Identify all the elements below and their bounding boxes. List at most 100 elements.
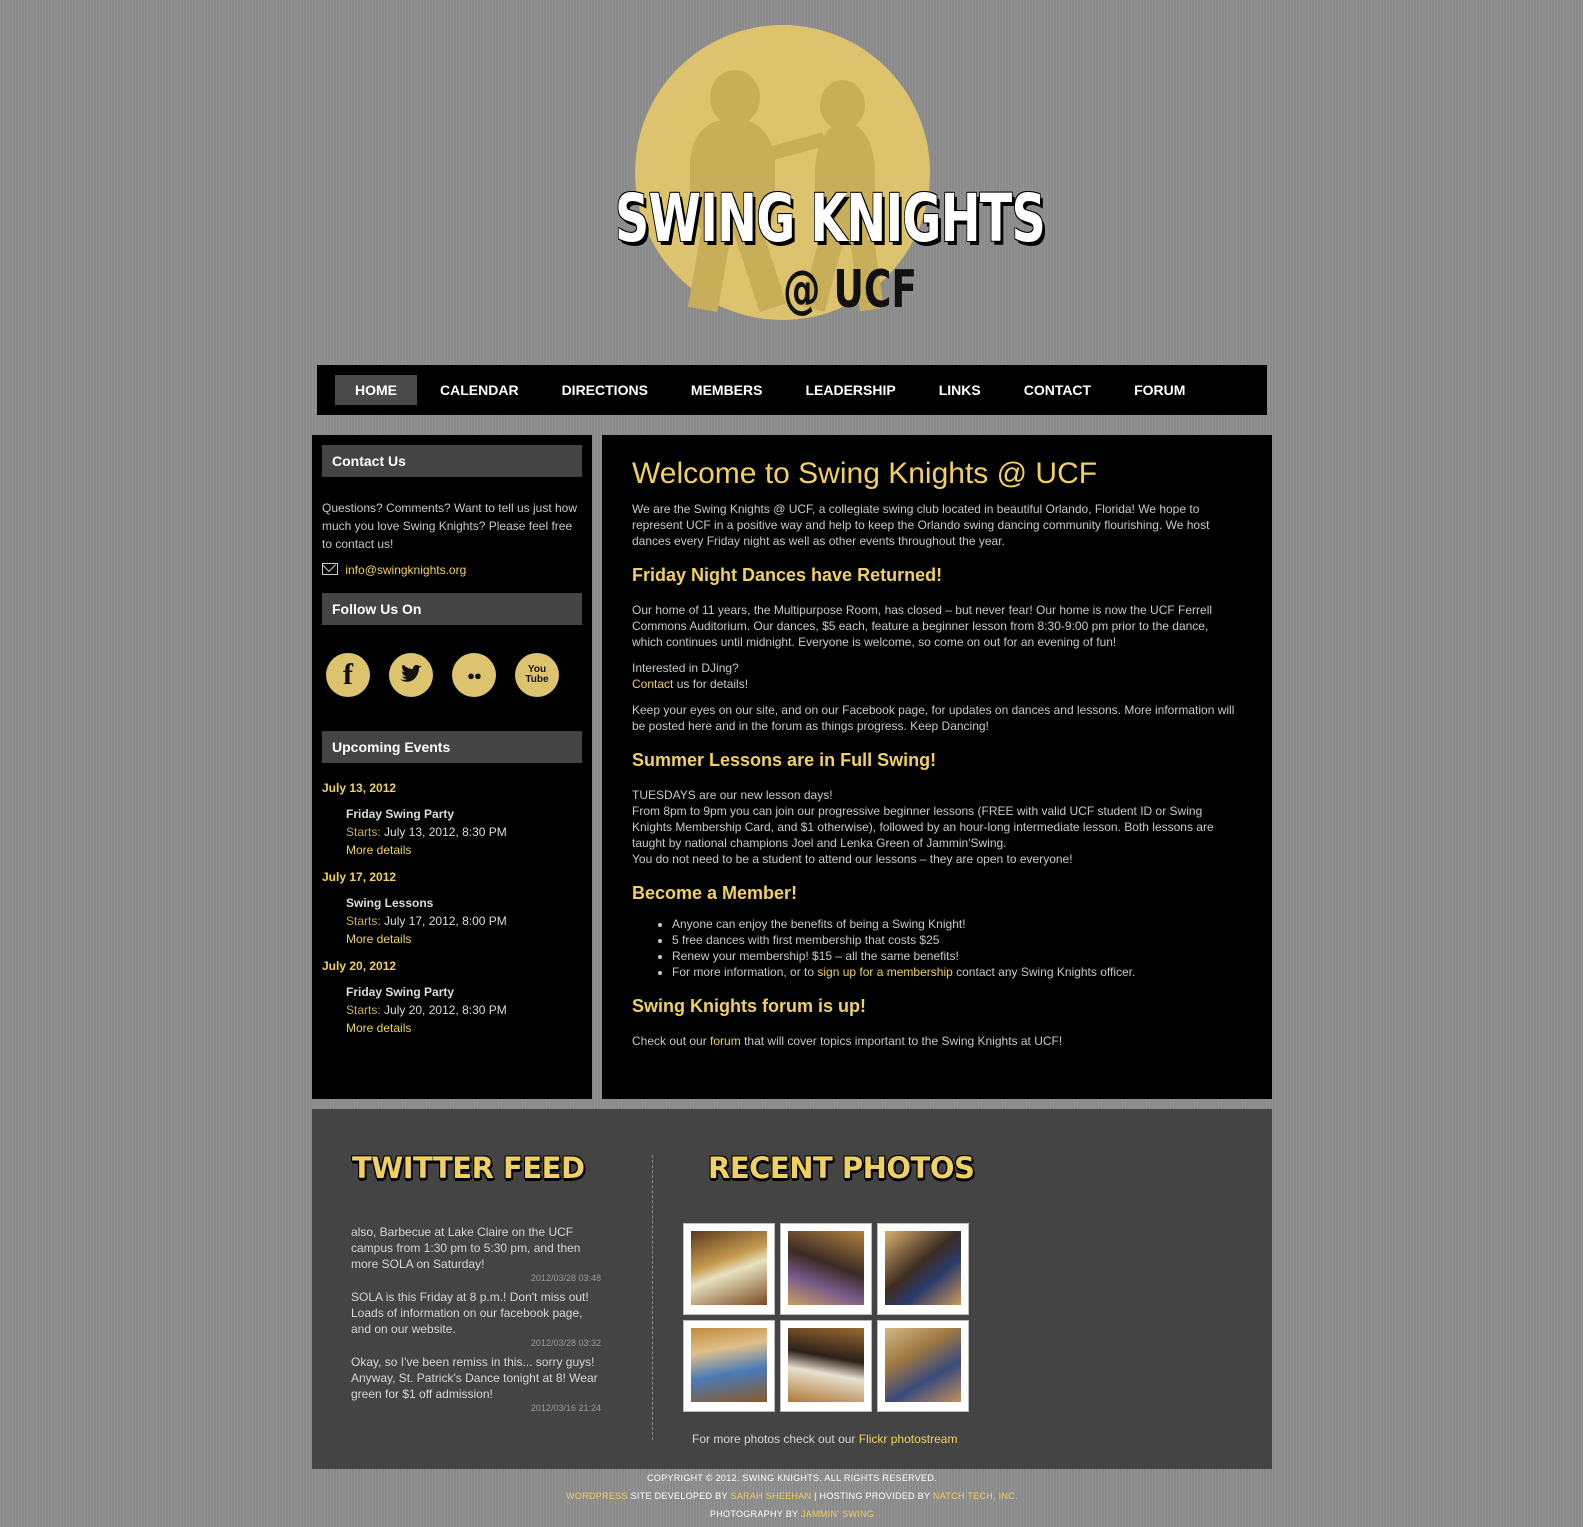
envelope-icon [322,563,338,575]
events-widget-title: Upcoming Events [322,731,582,763]
tweet-time[interactable]: 2012/03/28 03:48 [351,1273,601,1283]
friday-text: Our home of 11 years, the Multipurpose R… [632,603,1213,649]
twitter-feed-title: TWITTER FEED [352,1151,585,1185]
facebook-icon[interactable]: f [326,653,370,697]
section-heading-member: Become a Member! [632,883,798,903]
youtube-icon[interactable]: You Tube [515,653,559,697]
event-more-details-link[interactable]: More details [346,843,411,857]
event-start-time: July 20, 2012, 8:30 PM [384,1003,507,1017]
nav-contact[interactable]: CONTACT [1004,375,1111,405]
hosting-link[interactable]: NATCH TECH, INC. [933,1491,1018,1501]
list-item-text: For more information, or to [672,965,818,979]
photo-thumbnail[interactable] [878,1224,968,1314]
intro-text: We are the Swing Knights @ UCF, a colleg… [632,502,1210,548]
photo-grid [684,1224,984,1418]
photo-thumbnail[interactable] [684,1224,774,1314]
page-title: Welcome to Swing Knights @ UCF [632,457,1098,490]
nav-calendar[interactable]: CALENDAR [420,375,539,405]
copyright-line: COPYRIGHT © 2012. SWING KNIGHTS. ALL RIG… [647,1473,937,1483]
flickr-note-text: For more photos check out our [692,1432,859,1446]
forum-text: Check out our [632,1034,711,1048]
main-content: Welcome to Swing Knights @ UCF We are th… [602,435,1272,1099]
footer-widgets: TWITTER FEED RECENT PHOTOS also, Barbecu… [312,1109,1272,1469]
nav-home[interactable]: HOME [335,375,417,405]
event-name: Friday Swing Party [346,985,455,999]
event-name: Friday Swing Party [346,807,455,821]
event-start-time: July 17, 2012, 8:00 PM [384,914,507,928]
logo-title: SWING KNIGHTS [615,180,1046,257]
credits-line: WORDPRESS SITE DEVELOPED BY SARAH SHEEHA… [312,1487,1272,1505]
section-heading-friday: Friday Night Dances have Returned! [632,565,943,585]
photography-link[interactable]: JAMMIN' SWING [801,1509,874,1519]
membership-signup-link[interactable]: sign up for a membership [817,965,952,979]
contact-link[interactable]: Contact [632,677,673,691]
event-starts-label: Starts: [346,825,381,839]
event-item: Friday Swing Party Starts: July 13, 2012… [346,805,582,859]
forum-link[interactable]: forum [710,1034,741,1048]
photo-thumbnail[interactable] [781,1224,871,1314]
tweet-time[interactable]: 2012/03/16 21:24 [351,1403,601,1413]
event-item: Swing Lessons Starts: July 17, 2012, 8:0… [346,894,582,948]
contact-widget-title: Contact Us [322,445,582,477]
event-starts-label: Starts: [346,914,381,928]
flickr-note: For more photos check out our Flickr pho… [692,1432,957,1446]
email-link[interactable]: info@swingknights.org [345,563,466,577]
flickr-photostream-link[interactable]: Flickr photostream [859,1432,958,1446]
nav-forum[interactable]: FORUM [1114,375,1205,405]
section-heading-summer: Summer Lessons are in Full Swing! [632,750,937,770]
twitter-feed: also, Barbecue at Lake Claire on the UCF… [351,1224,601,1419]
twitter-icon[interactable] [389,653,433,697]
event-more-details-link[interactable]: More details [346,932,411,946]
tweet-text: SOLA is this Friday at 8 p.m.! Don't mis… [351,1290,589,1336]
sidebar: Contact Us Questions? Comments? Want to … [312,435,592,1099]
logo-subtitle: @ UCF [783,260,917,320]
event-list: July 13, 2012 Friday Swing Party Starts:… [312,781,592,1037]
follow-widget-title: Follow Us On [322,593,582,625]
copyright: COPYRIGHT © 2012. SWING KNIGHTS. ALL RIG… [312,1469,1272,1523]
event-name: Swing Lessons [346,896,434,910]
credits-text: SITE DEVELOPED BY [627,1491,731,1501]
keep-eyes-text: Keep your eyes on our site, and on our F… [632,703,1235,733]
event-date: July 13, 2012 [322,781,397,795]
summer-line-3: You do not need to be a student to atten… [632,852,1073,866]
event-item: Friday Swing Party Starts: July 20, 2012… [346,983,582,1037]
dj-question: Interested in DJing? [632,661,739,675]
nav-members[interactable]: MEMBERS [671,375,783,405]
photo-thumbnail[interactable] [781,1321,871,1411]
main-nav: HOME CALENDAR DIRECTIONS MEMBERS LEADERS… [317,365,1267,415]
photo-thumbnail[interactable] [684,1321,774,1411]
nav-links[interactable]: LINKS [919,375,1001,405]
nav-directions[interactable]: DIRECTIONS [542,375,668,405]
event-date: July 17, 2012 [322,870,397,884]
social-links: f ●● You Tube [326,653,592,697]
list-item: For more information, or to sign up for … [672,964,1242,980]
photo-thumbnail[interactable] [878,1321,968,1411]
recent-photos-title: RECENT PHOTOS [708,1151,975,1185]
tweet-time[interactable]: 2012/03/28 03:32 [351,1338,601,1348]
summer-paragraph: TUESDAYS are our new lesson days! From 8… [632,787,1242,867]
dj-rest: us for details! [673,677,749,691]
credits-text: | HOSTING PROVIDED BY [811,1491,933,1501]
forum-text: that will cover topics important to the … [740,1034,1063,1048]
tweet-text: also, Barbecue at Lake Claire on the UCF… [351,1225,581,1271]
event-date: July 20, 2012 [322,959,397,973]
forum-paragraph: Check out our forum that will cover topi… [632,1033,1242,1049]
developer-link[interactable]: SARAH SHEEHAN [730,1491,811,1501]
nav-leadership[interactable]: LEADERSHIP [785,375,915,405]
email-line: info@swingknights.org [322,563,582,577]
footer-divider [652,1155,653,1440]
list-item: 5 free dances with first membership that… [672,932,1242,948]
credits-text: PHOTOGRAPHY BY [709,1509,801,1519]
summer-line-1: TUESDAYS are our new lesson days! [632,788,833,802]
contact-text: Questions? Comments? Want to tell us jus… [322,501,577,551]
section-heading-forum: Swing Knights forum is up! [632,996,866,1016]
wordpress-link[interactable]: WORDPRESS [566,1491,628,1501]
photography-line: PHOTOGRAPHY BY JAMMIN' SWING [312,1505,1272,1523]
tweet-text: Okay, so I've been remiss in this... sor… [351,1355,598,1401]
event-starts-label: Starts: [346,1003,381,1017]
member-benefits-list: Anyone can enjoy the benefits of being a… [632,916,1242,980]
site-logo[interactable]: SWING KNIGHTS @ UCF [605,20,1046,330]
flickr-icon[interactable]: ●● [452,653,496,697]
summer-line-2: From 8pm to 9pm you can join our progres… [632,804,1214,850]
event-more-details-link[interactable]: More details [346,1021,411,1035]
